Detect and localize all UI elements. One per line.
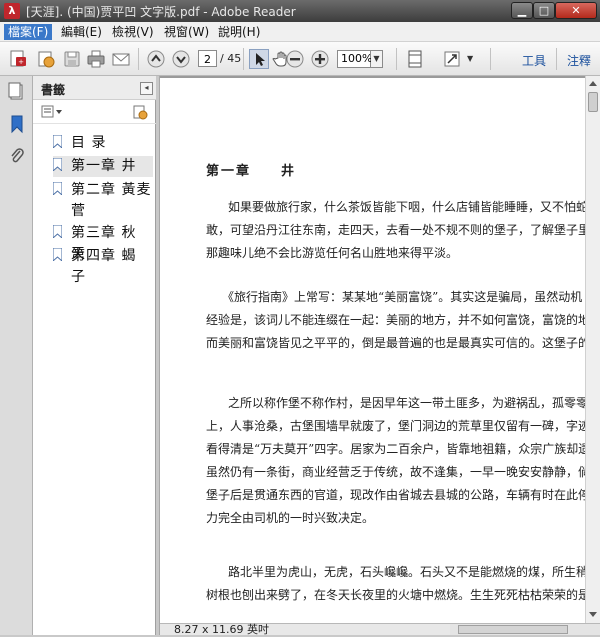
attachments-icon[interactable] xyxy=(8,146,26,166)
menu-help[interactable]: 說明(H) xyxy=(214,24,264,40)
zoom-level-input[interactable]: 100% xyxy=(337,50,372,68)
convert-icon[interactable] xyxy=(36,49,56,69)
new-bookmark-icon[interactable] xyxy=(132,104,148,123)
main-toolbar: + 2 / 45 100% ▼ ▼ 工具 注釋 xyxy=(0,42,600,76)
minimize-button[interactable]: ▁ xyxy=(511,2,533,19)
toolbar-separator xyxy=(490,48,491,70)
bookmarks-header: 書籤 ◂ xyxy=(33,76,156,100)
body-text-line: 虽然仍有一条街，商业经营乏于传统，故不逢集，一早一晚安安静静，倘有 xyxy=(206,465,600,479)
page-number-input[interactable]: 2 xyxy=(198,50,217,67)
scroll-down-icon[interactable] xyxy=(589,612,597,617)
body-text-line: 而美丽和富饶皆见之平平的，倒是最普遍的也是最真实可信的。这堡子的情 xyxy=(206,336,600,350)
comment-button[interactable]: 注釋 xyxy=(567,52,591,69)
toolbar-separator xyxy=(243,48,244,70)
fullscreen-dropdown-icon[interactable]: ▼ xyxy=(467,49,477,69)
zoom-dropdown-button[interactable]: ▼ xyxy=(371,50,383,68)
body-text-line: 堡子后是贯通东西的官道，现改作由省城去县城的公路，车辆有时在此停留 xyxy=(206,488,600,502)
bookmark-label: 第一章 井 xyxy=(71,158,137,174)
collapse-panel-icon[interactable]: ◂ xyxy=(140,82,153,95)
print-icon[interactable] xyxy=(86,49,106,69)
body-text-line: 上，人事沧桑，古堡围墙早就废了，堡门洞边的荒草里仅留有一碑，字迹斑驳 xyxy=(206,419,600,433)
body-text-line: 树根也刨出来劈了，在冬天长夜里的火塘中燃烧。生生死死枯枯荣荣的是一 xyxy=(206,588,600,602)
body-text-line: 那趣味儿绝不会比游览任何名山胜地来得平淡。 xyxy=(206,246,459,260)
scroll-thumb[interactable] xyxy=(588,92,598,112)
close-button[interactable]: ✕ xyxy=(555,2,597,19)
page-total: / 45 xyxy=(220,52,242,65)
bookmark-label: 第二章 黃麦 菅 xyxy=(71,182,152,219)
scroll-up-icon[interactable] xyxy=(589,81,597,86)
body-text-line: 经验是，该词儿不能连缀在一起：美丽的地方，并不如何富饶，富饶的地方， xyxy=(206,313,600,327)
page-thumbnails-icon[interactable] xyxy=(8,82,26,102)
bookmarks-title: 書籤 xyxy=(41,83,66,97)
bookmark-item[interactable]: 第三章 秋 天 xyxy=(53,223,153,262)
bookmarks-panel: 書籤 ◂ 目 录 第一章 井 第二章 黃麦 菅 第三章 秋 天 第四章 蝎 子 xyxy=(33,76,156,635)
horizontal-scroll-thumb[interactable] xyxy=(458,625,568,634)
body-text-line: 路北半里为虎山，无虎，石头巉巉。石头又不是能燃烧的煤，所生稍林 xyxy=(204,565,600,579)
svg-text:+: + xyxy=(18,58,24,66)
navigation-rail xyxy=(0,76,33,635)
document-page: 第一章 井 如果要做旅行家，什么茶饭皆能下咽，什么店铺皆能睡睡，又不怕蛇， 敢，可… xyxy=(160,76,600,623)
next-page-icon[interactable] xyxy=(171,49,191,69)
adobe-reader-icon: λ xyxy=(4,3,20,19)
bookmark-item[interactable]: 第二章 黃麦 菅 xyxy=(53,180,153,222)
toolbar-separator xyxy=(396,48,397,70)
bookmark-label: 第四章 蝎 子 xyxy=(71,248,137,285)
bookmark-item[interactable]: 第一章 井 xyxy=(53,156,153,177)
prev-page-icon[interactable] xyxy=(146,49,166,69)
body-text-line: 敢，可望沿丹江往东南，走四天，去看一处不规不则的堡子，了解堡子里一 xyxy=(206,223,600,237)
fullscreen-icon[interactable] xyxy=(442,49,462,69)
horizontal-scrollbar[interactable] xyxy=(450,624,600,635)
toolbar-separator xyxy=(138,48,139,70)
fit-page-icon[interactable] xyxy=(405,49,425,69)
options-menu-icon[interactable] xyxy=(41,105,63,122)
create-pdf-icon[interactable]: + xyxy=(8,49,28,69)
body-text-line: 之所以称作堡不称作村，是因早年这一带土匪多，为避祸乱，孤零零堆 xyxy=(204,396,600,410)
tools-button[interactable]: 工具 xyxy=(522,52,546,69)
menu-view[interactable]: 檢視(V) xyxy=(108,24,158,40)
menu-window[interactable]: 視窗(W) xyxy=(160,24,213,40)
status-bar: 8.27 x 11.69 英吋 xyxy=(160,623,600,636)
document-view[interactable]: 第一章 井 如果要做旅行家，什么茶饭皆能下咽，什么店铺皆能睡睡，又不怕蛇， 敢，可… xyxy=(160,76,600,623)
select-cursor-icon[interactable] xyxy=(249,49,269,69)
window-title: [天涯]. (中国)贾平凹 文字版.pdf - Adobe Reader xyxy=(26,5,296,19)
email-icon[interactable] xyxy=(111,49,131,69)
menu-file[interactable]: 檔案(F) xyxy=(4,24,53,40)
bookmark-label: 目 录 xyxy=(71,135,107,151)
body-text-line: 看得清是“万夫莫开”四字。居家为二百余户，皆靠地祖籍，众宗广族却遗憾 xyxy=(206,442,600,456)
bookmark-item[interactable]: 第四章 蝎 子 xyxy=(53,246,153,285)
body-text-line: 力完全由司机的一时兴致决定。 xyxy=(206,511,375,525)
bookmark-item[interactable]: 目 录 xyxy=(53,133,153,154)
zoom-in-icon[interactable] xyxy=(310,49,330,69)
zoom-out-icon[interactable] xyxy=(285,49,305,69)
toolbar-separator xyxy=(556,48,557,70)
maximize-button[interactable]: □ xyxy=(533,2,555,19)
vertical-scrollbar[interactable] xyxy=(585,76,600,623)
menu-edit[interactable]: 編輯(E) xyxy=(57,24,106,40)
bookmarks-toolbar xyxy=(33,100,156,124)
bookmarks-icon[interactable] xyxy=(8,114,26,134)
chapter-title: 第一章 井 xyxy=(206,164,297,179)
body-text-line: 《旅行指南》上常写：某某地“美丽富饶”。其实这是骗局，虽然动机 xyxy=(204,290,583,304)
save-icon[interactable] xyxy=(62,49,82,69)
title-bar: λ [天涯]. (中国)贾平凹 文字版.pdf - Adobe Reader ▁… xyxy=(0,0,600,22)
body-text-line: 如果要做旅行家，什么茶饭皆能下咽，什么店铺皆能睡睡，又不怕蛇， xyxy=(204,200,600,214)
menu-bar: 檔案(F) 編輯(E) 檢視(V) 視窗(W) 說明(H) xyxy=(0,22,600,42)
